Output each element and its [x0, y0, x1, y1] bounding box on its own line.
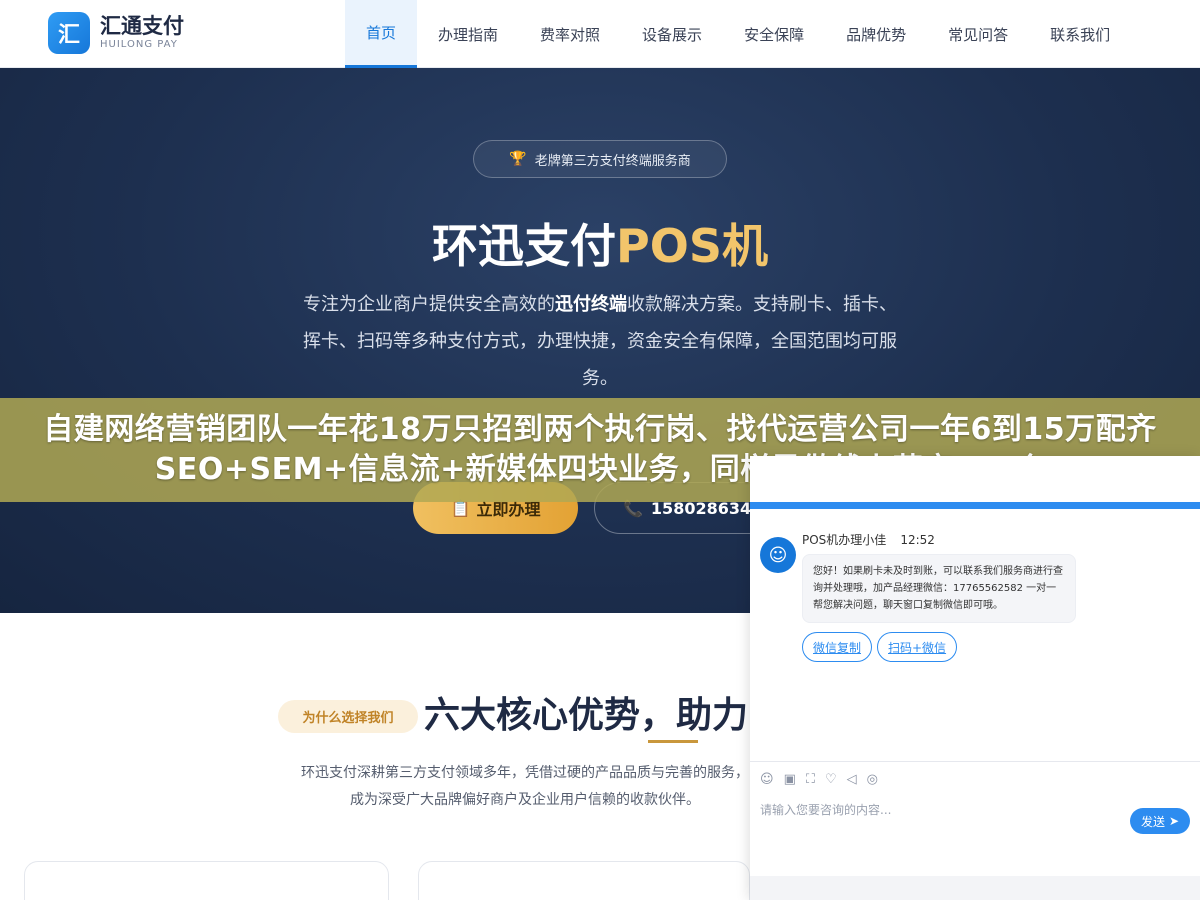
chat-input[interactable]: 请输入您要咨询的内容...: [760, 801, 1060, 818]
nav-item-devices[interactable]: 设备展示: [621, 0, 723, 68]
hero-desc-bold: 迅付终端: [555, 294, 627, 315]
nav-item-faq[interactable]: 常见问答: [927, 0, 1029, 68]
wechat-icon[interactable]: ◎: [867, 772, 878, 787]
agent-message-bubble: 您好！如果刷卡未及时到账，可以联系我们服务商进行查询并处理哦，加产品经理微信：1…: [802, 554, 1076, 623]
hero-description: 专注为企业商户提供安全高效的迅付终端收款解决方案。支持刷卡、插卡、挥卡、扫码等多…: [295, 286, 905, 397]
chat-header: — ☐: [750, 456, 1200, 502]
section-title: 六大核心优势，助力: [424, 695, 749, 736]
chat-accent-bar: [750, 502, 1200, 509]
chat-messages: ☺ POS机办理小佳 12:52 您好！如果刷卡未及时到账，可以联系我们服务商进行…: [750, 509, 1200, 761]
logo[interactable]: 汇 汇通支付 HUILONG PAY: [48, 12, 184, 54]
nav-item-rates[interactable]: 费率对照: [519, 0, 621, 68]
trophy-icon: 🏆: [509, 151, 527, 167]
nav-item-security[interactable]: 安全保障: [723, 0, 825, 68]
agent-avatar: ☺: [760, 537, 796, 573]
main-nav: 首页 办理指南 费率对照 设备展示 安全保障 品牌优势 常见问答 联系我们: [345, 0, 1131, 68]
chat-widget: — ☐ ☺ POS机办理小佳 12:52 您好！如果刷卡未及时到账，可以联系我们服…: [750, 456, 1200, 900]
hero-title-gold: POS机: [616, 219, 768, 273]
sound-icon[interactable]: ◁: [847, 772, 857, 787]
emoji-icon[interactable]: ☺: [760, 772, 774, 787]
image-icon[interactable]: ▣: [784, 772, 796, 787]
agent-meta: POS机办理小佳 12:52: [802, 531, 935, 548]
logo-mark: 汇: [48, 12, 90, 54]
hero-badge-text: 老牌第三方支付终端服务商: [534, 153, 691, 169]
chat-toolbar: ☺ ▣ ⛶ ♡ ◁ ◎: [750, 761, 1200, 797]
section-divider: [648, 740, 698, 743]
hero-badge: 🏆 老牌第三方支付终端服务商: [473, 140, 727, 178]
minimize-icon[interactable]: —: [1147, 464, 1161, 480]
logo-cn: 汇通支付: [100, 14, 184, 38]
logo-en: HUILONG PAY: [100, 39, 178, 50]
chat-footer: [750, 876, 1200, 900]
nav-item-home[interactable]: 首页: [345, 0, 418, 68]
screenshot-icon[interactable]: ⛶: [806, 772, 815, 787]
section-description: 环迅支付深耕第三方支付领域多年，凭借过硬的产品品质与完善的服务，成为深受广大品牌…: [301, 765, 749, 808]
hero-desc-pre: 专注为企业商户提供安全高效的: [303, 294, 555, 315]
logo-text: 汇通支付 HUILONG PAY: [100, 14, 184, 52]
maximize-icon[interactable]: ☐: [1173, 464, 1186, 480]
send-label: 发送: [1140, 814, 1165, 829]
nav-item-brand[interactable]: 品牌优势: [825, 0, 927, 68]
advantage-card[interactable]: [24, 861, 389, 900]
nav-item-guide[interactable]: 办理指南: [417, 0, 519, 68]
hero-title-main: 环迅支付: [432, 219, 617, 273]
site-header: 汇 汇通支付 HUILONG PAY 首页 办理指南 费率对照 设备展示 安全保…: [0, 0, 1200, 68]
nav-item-contact[interactable]: 联系我们: [1029, 0, 1131, 68]
message-time: 12:52: [900, 533, 935, 547]
scan-wechat-button[interactable]: 扫码+微信: [877, 632, 958, 662]
hero-title: 环迅支付POS机: [0, 210, 1200, 276]
send-button[interactable]: 发送 ➤: [1130, 808, 1190, 834]
copy-wechat-button[interactable]: 微信复制: [802, 632, 873, 662]
send-icon: ➤: [1168, 814, 1180, 828]
chat-window-controls: — ☐: [1147, 464, 1186, 480]
section-tag: 为什么选择我们: [278, 700, 418, 733]
advantage-card[interactable]: [418, 861, 750, 900]
agent-name: POS机办理小佳: [802, 533, 887, 547]
rating-icon[interactable]: ♡: [825, 772, 837, 787]
